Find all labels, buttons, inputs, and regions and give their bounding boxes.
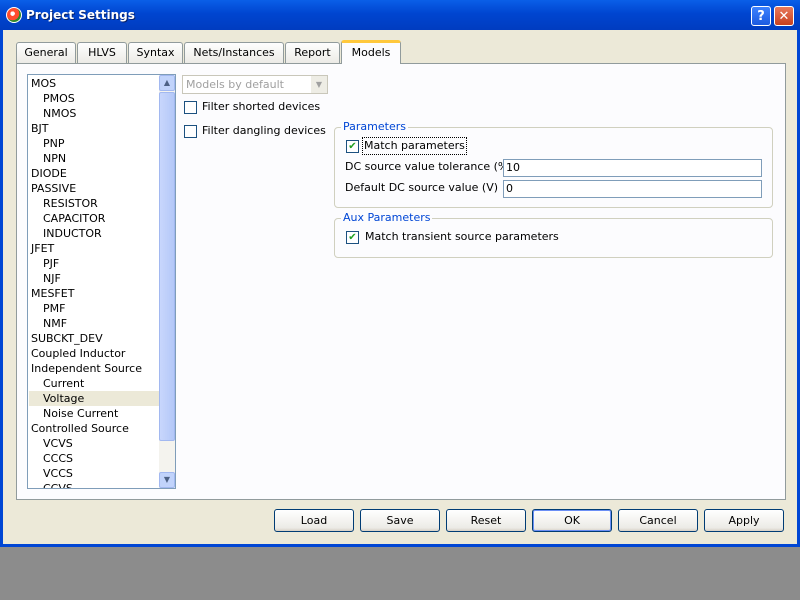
tab-hlvs[interactable]: HLVS xyxy=(77,42,127,63)
list-item-ccvs[interactable]: CCVS xyxy=(43,481,73,488)
list-item-nmf[interactable]: NMF xyxy=(43,316,67,331)
cancel-button[interactable]: Cancel xyxy=(618,509,698,532)
list-item-noise-current[interactable]: Noise Current xyxy=(43,406,118,421)
project-settings-dialog: Project Settings ? ✕ General HLVS Syntax… xyxy=(0,0,800,547)
list-item-nmos[interactable]: NMOS xyxy=(43,106,76,121)
load-button[interactable]: Load xyxy=(274,509,354,532)
tolerance-label: DC source value tolerance (%) xyxy=(345,160,513,173)
match-parameters-checkbox[interactable]: ✔ xyxy=(346,140,359,153)
list-item-passive[interactable]: PASSIVE xyxy=(31,181,76,196)
scroll-thumb[interactable] xyxy=(159,92,175,441)
tolerance-input[interactable]: 10 xyxy=(503,159,762,177)
default-dc-input[interactable]: 0 xyxy=(503,180,762,198)
tab-models[interactable]: Models xyxy=(341,40,401,64)
list-item-pmos[interactable]: PMOS xyxy=(43,91,75,106)
list-item-mesfet[interactable]: MESFET xyxy=(31,286,74,301)
apply-button[interactable]: Apply xyxy=(704,509,784,532)
list-item-coupled-inductor[interactable]: Coupled Inductor xyxy=(31,346,125,361)
list-item-jfet[interactable]: JFET xyxy=(31,241,54,256)
list-item-mos[interactable]: MOS xyxy=(31,76,56,91)
title-bar[interactable]: Project Settings ? ✕ xyxy=(0,0,800,30)
tab-general[interactable]: General xyxy=(16,42,76,63)
list-item-current[interactable]: Current xyxy=(43,376,84,391)
window-frame-bottom xyxy=(0,544,800,547)
list-item-independent-source[interactable]: Independent Source xyxy=(31,361,142,376)
list-item-vccs[interactable]: VCCS xyxy=(43,466,73,481)
list-item-npn[interactable]: NPN xyxy=(43,151,66,166)
list-item-cccs[interactable]: CCCS xyxy=(43,451,73,466)
tab-nets-instances[interactable]: Nets/Instances xyxy=(184,42,284,63)
list-scrollbar[interactable]: ▲ ▼ xyxy=(159,75,175,488)
list-item-voltage[interactable]: Voltage xyxy=(43,391,84,406)
model-mode-select: Models by default ▼ xyxy=(182,75,328,94)
window-title: Project Settings xyxy=(26,8,135,22)
list-item-subckt-dev[interactable]: SUBCKT_DEV xyxy=(31,331,103,346)
filter-shorted-label[interactable]: Filter shorted devices xyxy=(202,100,320,114)
filter-dangling-label[interactable]: Filter dangling devices xyxy=(202,124,326,138)
filter-shorted-checkbox[interactable] xyxy=(184,101,197,114)
aux-parameters-group-title: Aux Parameters xyxy=(341,211,433,225)
close-button[interactable]: ✕ xyxy=(774,6,794,26)
list-item-controlled-source[interactable]: Controlled Source xyxy=(31,421,129,436)
list-item-inductor[interactable]: INDUCTOR xyxy=(43,226,102,241)
tab-report[interactable]: Report xyxy=(285,42,340,63)
tab-syntax[interactable]: Syntax xyxy=(128,42,183,63)
match-parameters-label[interactable]: Match parameters xyxy=(362,137,467,155)
match-transient-checkbox[interactable]: ✔ xyxy=(346,231,359,244)
list-item-diode[interactable]: DIODE xyxy=(31,166,67,181)
list-item-resistor[interactable]: RESISTOR xyxy=(43,196,98,211)
help-button[interactable]: ? xyxy=(751,6,771,26)
list-item-capacitor[interactable]: CAPACITOR xyxy=(43,211,105,226)
model-mode-value: Models by default xyxy=(186,78,284,91)
scroll-down-icon[interactable]: ▼ xyxy=(159,472,175,488)
reset-button[interactable]: Reset xyxy=(446,509,526,532)
window-frame-left xyxy=(0,30,3,547)
app-logo-icon xyxy=(6,7,22,23)
device-type-list[interactable]: MOS PMOS NMOS BJT PNP NPN DIODE PASSIVE … xyxy=(27,74,176,489)
list-item-njf[interactable]: NJF xyxy=(43,271,61,286)
match-transient-label[interactable]: Match transient source parameters xyxy=(365,230,559,244)
save-button[interactable]: Save xyxy=(360,509,440,532)
list-item-pmf[interactable]: PMF xyxy=(43,301,65,316)
chevron-down-icon: ▼ xyxy=(311,76,327,93)
parameters-group-title: Parameters xyxy=(341,120,408,134)
default-dc-label: Default DC source value (V) xyxy=(345,181,499,194)
list-item-bjt[interactable]: BJT xyxy=(31,121,49,136)
list-item-pnp[interactable]: PNP xyxy=(43,136,65,151)
list-item-vcvs[interactable]: VCVS xyxy=(43,436,73,451)
filter-dangling-checkbox[interactable] xyxy=(184,125,197,138)
scroll-up-icon[interactable]: ▲ xyxy=(159,75,175,91)
list-item-pjf[interactable]: PJF xyxy=(43,256,59,271)
ok-button[interactable]: OK xyxy=(532,509,612,532)
